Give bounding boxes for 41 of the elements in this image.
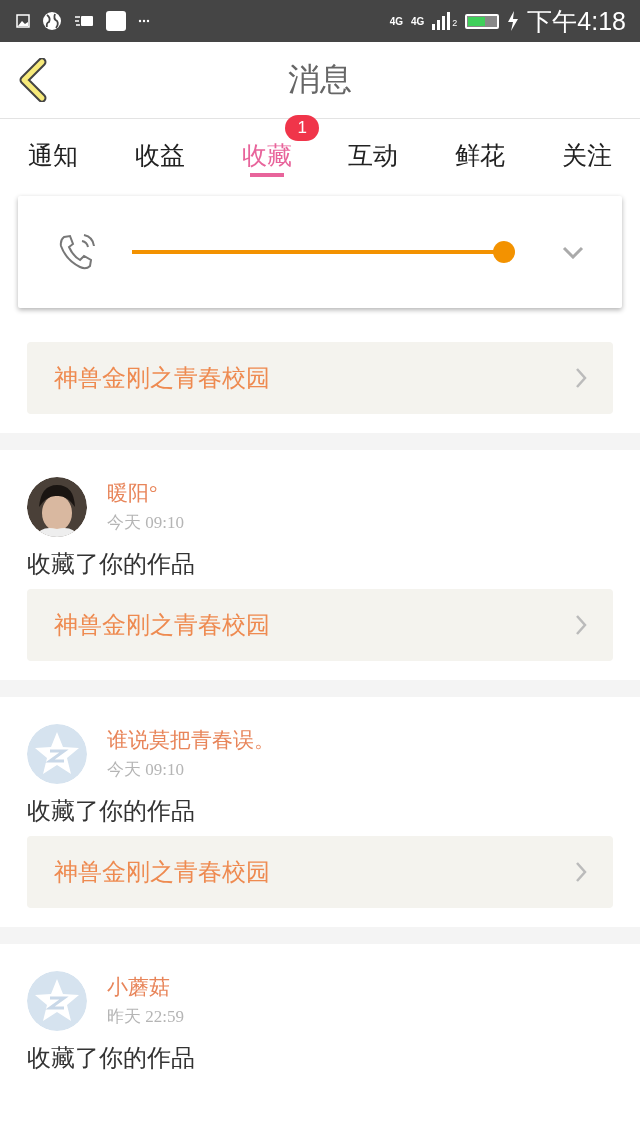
work-link[interactable]: 神兽金刚之青春校园: [27, 589, 613, 661]
tab[interactable]: 收益: [106, 119, 214, 191]
back-icon[interactable]: [18, 58, 48, 102]
app-icon: [106, 11, 126, 31]
action-text: 收藏了你的作品: [27, 550, 196, 579]
charging-icon: [507, 11, 520, 31]
globe-icon: [42, 11, 62, 31]
clock: 下午4:18: [527, 5, 626, 37]
image-icon: [16, 14, 30, 28]
chevron-down-icon[interactable]: [562, 245, 584, 259]
tab[interactable]: 鲜花: [426, 119, 534, 191]
work-title: 神兽金刚之青春校园: [54, 611, 270, 640]
user-name[interactable]: 暖阳°: [107, 479, 184, 507]
work-title: 神兽金刚之青春校园: [54, 858, 270, 887]
battery-icon: [465, 13, 500, 29]
timestamp: 今天 09:10: [107, 759, 185, 781]
work-title: 神兽金刚之青春校园: [54, 364, 270, 393]
action-text: 收藏了你的作品: [27, 797, 196, 826]
default-avatar-icon: [27, 724, 87, 784]
user-name[interactable]: 谁说莫把青春误。: [107, 726, 275, 754]
action-text: 收藏了你的作品: [27, 1044, 196, 1073]
tab[interactable]: 通知: [0, 119, 107, 191]
notification-icon: [74, 15, 94, 27]
more-icon: [138, 19, 150, 23]
work-link[interactable]: 神兽金刚之青春校园: [27, 836, 613, 908]
chevron-right-icon: [575, 367, 587, 389]
chevron-right-icon: [575, 861, 587, 883]
default-avatar-icon: [27, 971, 87, 1031]
tab[interactable]: 关注: [533, 119, 640, 191]
user-name[interactable]: 小蘑菇: [107, 973, 184, 1001]
sim-number: 2: [452, 17, 458, 28]
page-title: 消息: [288, 60, 352, 99]
tab[interactable]: 互动: [320, 119, 427, 191]
timestamp: 今天 09:10: [107, 512, 184, 534]
timestamp: 昨天 22:59: [107, 1006, 184, 1028]
chevron-right-icon: [575, 614, 587, 636]
network-type: 4G: [389, 15, 403, 27]
work-link[interactable]: 神兽金刚之青春校园: [27, 342, 613, 414]
count-badge: 1: [285, 115, 320, 141]
network-type: 4G: [410, 15, 425, 27]
signal-icon: [432, 12, 453, 30]
